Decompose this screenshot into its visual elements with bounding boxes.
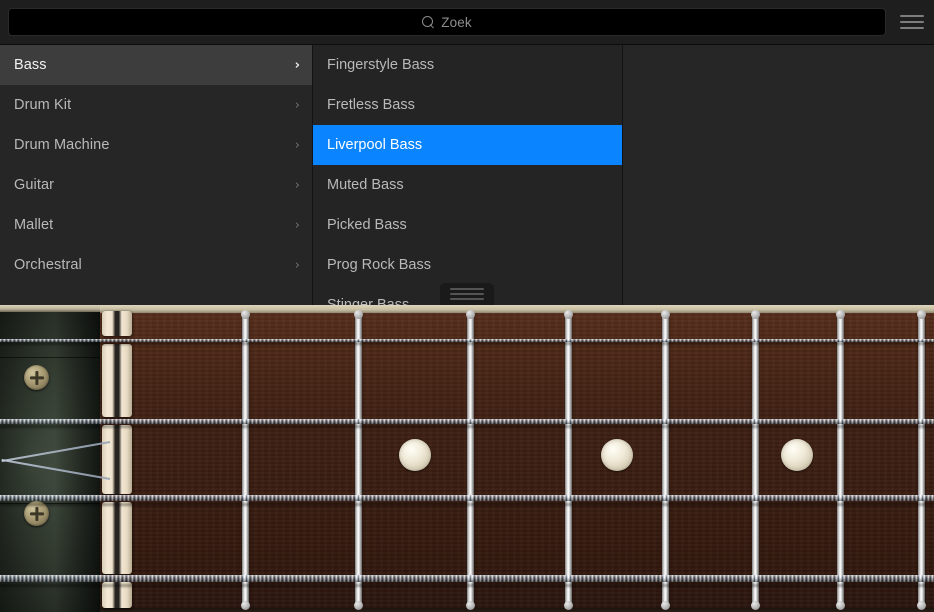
fret-wire-7: [837, 313, 844, 612]
menu-line-1: [900, 15, 924, 17]
fret-wire-1: [242, 313, 249, 612]
preset-item-label: Prog Rock Bass: [327, 257, 431, 273]
nut-segment-5: [102, 582, 132, 608]
fret-cap-top-6: [751, 310, 760, 319]
fret-inlay-dot-2: [601, 439, 633, 471]
fret-cap-bottom-7: [836, 601, 845, 610]
fret-inlay-dot-3: [781, 439, 813, 471]
hamburger-menu-icon[interactable]: [900, 12, 924, 32]
fret-cap-top-7: [836, 310, 845, 319]
nut-segment-1: [102, 311, 132, 336]
fret-wire-3: [467, 313, 474, 612]
search-input[interactable]: Zoek: [8, 8, 886, 36]
app-window: Zoek Bass › Drum Kit › Drum Machine › Guitar › M…: [0, 0, 934, 612]
category-item-drum-machine[interactable]: Drum Machine ›: [0, 125, 312, 165]
fret-cap-top-4: [564, 310, 573, 319]
fret-inlay-dot-1: [399, 439, 431, 471]
preset-item-label: Liverpool Bass: [327, 137, 423, 153]
preset-item-muted-bass[interactable]: Muted Bass: [313, 165, 622, 205]
headstock-screw-1: [24, 365, 49, 390]
nut-segment-4: [102, 502, 132, 574]
fret-cap-bottom-5: [661, 601, 670, 610]
fret-cap-top-5: [661, 310, 670, 319]
category-item-label: Bass: [14, 57, 47, 73]
drag-handle-icon[interactable]: [440, 283, 494, 305]
top-toolbar: Zoek: [0, 0, 934, 45]
preset-item-fingerstyle-bass[interactable]: Fingerstyle Bass: [313, 45, 622, 85]
fret-wire-4: [565, 313, 572, 612]
headstock-screw-2: [24, 501, 49, 526]
preset-item-label: Muted Bass: [327, 177, 404, 193]
fret-cap-bottom-1: [241, 601, 250, 610]
fret-cap-bottom-2: [354, 601, 363, 610]
category-item-label: Drum Kit: [14, 97, 72, 113]
detail-column: [623, 45, 934, 305]
category-item-label: Orchestral: [14, 257, 82, 273]
fret-cap-bottom-8: [917, 601, 926, 610]
fret-wire-6: [752, 313, 759, 612]
fret-cap-top-3: [466, 310, 475, 319]
search-icon: [422, 16, 434, 28]
preset-item-label: Fingerstyle Bass: [327, 57, 435, 73]
chevron-right-icon: ›: [294, 177, 300, 193]
fret-cap-bottom-4: [564, 601, 573, 610]
category-column[interactable]: Bass › Drum Kit › Drum Machine › Guitar › Mallet…: [0, 45, 313, 305]
preset-item-prog-rock-bass[interactable]: Prog Rock Bass: [313, 245, 622, 285]
fret-wire-2: [355, 313, 362, 612]
preset-item-picked-bass[interactable]: Picked Bass: [313, 205, 622, 245]
fretboard-binding-top: [100, 305, 934, 313]
search-inner: Zoek: [422, 14, 472, 30]
fret-cap-top-1: [241, 310, 250, 319]
preset-item-label: Fretless Bass: [327, 97, 415, 113]
search-placeholder: Zoek: [441, 14, 472, 30]
headstock-edge: [0, 305, 100, 312]
fret-cap-bottom-6: [751, 601, 760, 610]
fret-wire-5: [662, 313, 669, 612]
chevron-right-icon: ›: [294, 137, 300, 153]
preset-item-label: Stinger Bass: [327, 297, 410, 305]
preset-item-fretless-bass[interactable]: Fretless Bass: [313, 85, 622, 125]
chevron-right-icon: ›: [294, 217, 300, 233]
preset-item-label: Picked Bass: [327, 217, 407, 233]
category-item-mallet[interactable]: Mallet ›: [0, 205, 312, 245]
category-item-drum-kit[interactable]: Drum Kit ›: [0, 85, 312, 125]
chevron-right-icon: ›: [294, 257, 300, 273]
fret-cap-top-8: [917, 310, 926, 319]
category-item-label: Drum Machine: [14, 137, 110, 153]
grip-line-2: [450, 293, 484, 295]
chevron-right-icon: ›: [294, 57, 300, 73]
nut-segment-2: [102, 344, 132, 417]
fretboard-binding-bottom: [100, 608, 934, 612]
category-item-bass[interactable]: Bass ›: [0, 45, 312, 85]
bass-fretboard[interactable]: [0, 305, 934, 612]
category-item-orchestral[interactable]: Orchestral ›: [0, 245, 312, 285]
grip-line-1: [450, 288, 484, 290]
preset-item-liverpool-bass[interactable]: Liverpool Bass: [313, 125, 622, 165]
category-item-label: Mallet: [14, 217, 54, 233]
menu-line-2: [900, 21, 924, 23]
grip-line-3: [450, 298, 484, 300]
nut-segment-3: [102, 425, 132, 494]
category-item-label: Guitar: [14, 177, 55, 193]
menu-line-3: [900, 27, 924, 29]
fret-cap-top-2: [354, 310, 363, 319]
instrument-browser: Bass › Drum Kit › Drum Machine › Guitar › Mallet…: [0, 45, 934, 305]
fret-wire-8: [918, 313, 925, 612]
category-item-guitar[interactable]: Guitar ›: [0, 165, 312, 205]
preset-column[interactable]: Fingerstyle Bass Fretless Bass Liverpool B…: [313, 45, 623, 305]
fret-cap-bottom-3: [466, 601, 475, 610]
chevron-right-icon: ›: [294, 97, 300, 113]
